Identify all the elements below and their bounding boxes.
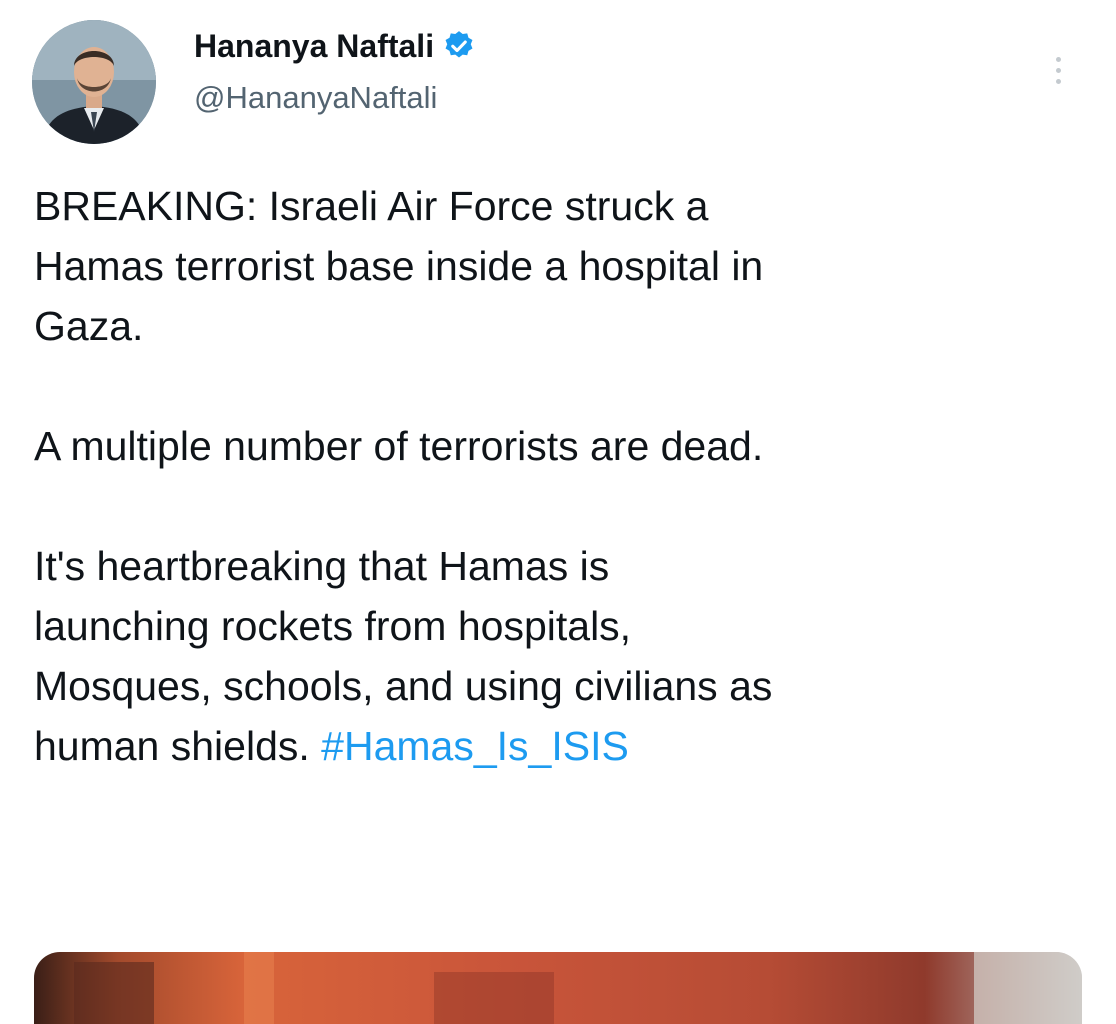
tweet-line: It's heartbreaking that Hamas is xyxy=(34,543,610,589)
tweet-line-last: human shields. #Hamas_Is_ISIS xyxy=(34,716,1094,776)
avatar-photo-icon xyxy=(32,20,156,144)
more-dot xyxy=(1055,67,1061,73)
tweet-line: Gaza. xyxy=(34,303,144,349)
author-handle[interactable]: @HananyaNaftali xyxy=(194,80,437,116)
tweet-line: Mosques, schools, and using civilians as xyxy=(34,663,773,709)
tweet-line: A multiple number of terrorists are dead… xyxy=(34,423,764,469)
author-display-name[interactable]: Hananya Naftali xyxy=(194,28,434,65)
more-options-icon[interactable] xyxy=(1040,40,1076,100)
more-dot xyxy=(1055,78,1061,84)
tweet-text: BREAKING: Israeli Air Force struck a Ham… xyxy=(34,176,1094,776)
verified-badge-icon[interactable] xyxy=(442,29,476,63)
tweet-media-image[interactable] xyxy=(34,952,1082,1024)
tweet-line: launching rockets from hospitals, xyxy=(34,603,632,649)
author-name-row: Hananya Naftali xyxy=(194,24,476,68)
tweet-line: Hamas terrorist base inside a hospital i… xyxy=(34,243,764,289)
media-photo xyxy=(34,952,1082,1024)
tweet-line-text: human shields. xyxy=(34,723,322,769)
avatar[interactable] xyxy=(32,20,156,144)
more-dot xyxy=(1055,56,1061,62)
tweet-line: BREAKING: Israeli Air Force struck a xyxy=(34,183,709,229)
hashtag-link[interactable]: #Hamas_Is_ISIS xyxy=(321,723,629,769)
tweet-card: Hananya Naftali @HananyaNaftali BREAKING… xyxy=(0,0,1116,1024)
